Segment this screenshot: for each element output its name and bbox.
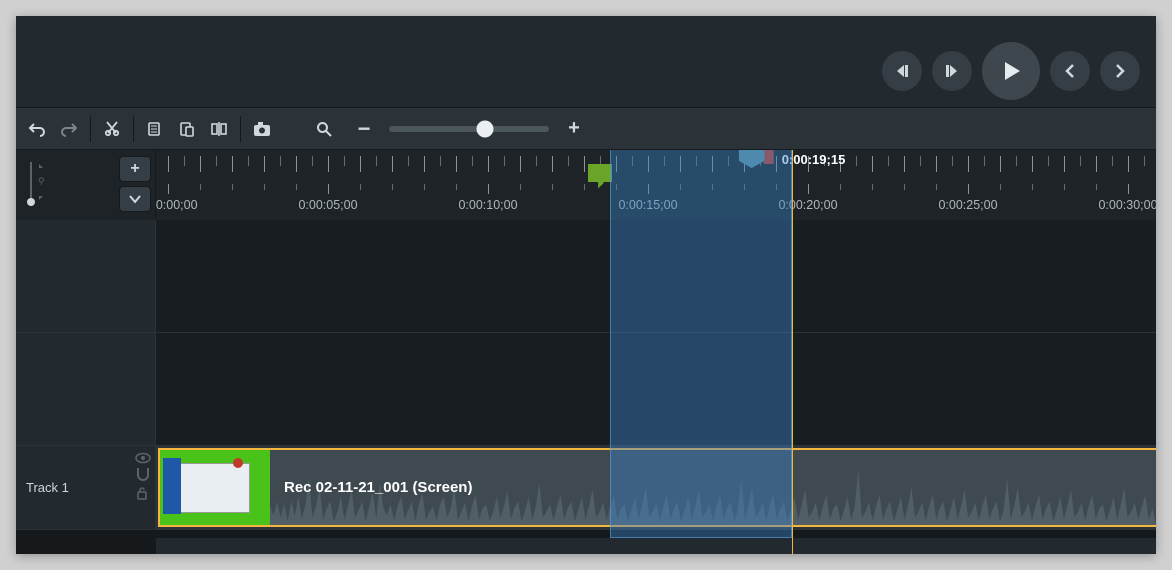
cut-icon — [103, 120, 121, 138]
track-header-empty — [16, 220, 156, 332]
playhead-handle[interactable]: 0:00:19;15 — [739, 150, 846, 168]
ruler-zone: ⚲ + 0:00:00;00 0:00:05;00 0:00:10;00 0:00:1… — [16, 150, 1156, 220]
vertical-slider-icon: ⚲ — [25, 158, 47, 208]
ruler-tick-label: 0:00:30;00 — [1098, 198, 1156, 212]
minus-icon: − — [358, 116, 371, 142]
track-body[interactable]: Rec 02-11-21_001 (Screen) — [156, 446, 1156, 529]
marker-icon[interactable] — [588, 164, 612, 182]
zoom-slider[interactable] — [389, 126, 549, 132]
eye-icon[interactable] — [135, 452, 151, 464]
time-ruler[interactable]: 0:00:00;00 0:00:05;00 0:00:10;00 0:00:15;00… — [156, 150, 1156, 220]
vertical-zoom-scrubber[interactable]: ⚲ — [20, 154, 52, 208]
ruler-tick-label: 0:00:05;00 — [298, 198, 357, 212]
zoom-slider-thumb[interactable] — [477, 120, 494, 137]
empty-track[interactable] — [16, 220, 1156, 333]
empty-track[interactable] — [16, 333, 1156, 446]
track-row[interactable]: Track 1 Rec 02-11- — [16, 446, 1156, 530]
previous-marker-button[interactable] — [1050, 51, 1090, 91]
add-track-button[interactable]: + — [119, 156, 151, 182]
transport-controls — [882, 42, 1140, 100]
chevron-down-icon — [128, 194, 142, 204]
tracks-zone: Track 1 Rec 02-11- — [16, 220, 1156, 554]
magnet-icon[interactable] — [135, 468, 151, 482]
redo-icon — [60, 120, 78, 138]
ruler-tick-label: 0:00:10;00 — [458, 198, 517, 212]
ruler-tick-label: 0:00:00;00 — [156, 198, 198, 212]
horizontal-scrollbar[interactable] — [156, 538, 1156, 554]
chevron-right-icon — [1112, 63, 1128, 79]
playhead-grip-icon — [739, 150, 765, 168]
paste-button[interactable] — [172, 114, 202, 144]
track-name-label: Track 1 — [26, 480, 69, 495]
track-toggle-column — [135, 452, 151, 500]
playhead-time-label: 0:00:19;15 — [782, 152, 846, 167]
clip-label: Rec 02-11-21_001 (Screen) — [270, 479, 472, 496]
zoom-tool-button[interactable] — [309, 114, 339, 144]
snapshot-button[interactable] — [247, 114, 277, 144]
play-icon — [998, 58, 1024, 84]
redo-button[interactable] — [54, 114, 84, 144]
copy-button[interactable] — [140, 114, 170, 144]
copy-icon — [146, 120, 164, 138]
track-body-empty[interactable] — [156, 333, 1156, 445]
split-icon — [210, 120, 228, 138]
camera-icon — [252, 120, 272, 138]
step-back-icon — [893, 62, 911, 80]
track-header-empty — [16, 333, 156, 445]
timeline-toolbar: − + — [16, 108, 1156, 150]
track-menu-button[interactable] — [119, 186, 151, 212]
lock-open-icon[interactable] — [135, 486, 149, 500]
ruler-tick-label: 0:00:25;00 — [938, 198, 997, 212]
track-header[interactable]: Track 1 — [16, 446, 156, 529]
step-forward-button[interactable] — [932, 51, 972, 91]
timeline-editor: − + ⚲ + — [16, 16, 1156, 554]
playhead-record-indicator — [764, 150, 774, 164]
zoom-out-button[interactable]: − — [349, 114, 379, 144]
cut-button[interactable] — [97, 114, 127, 144]
step-forward-icon — [943, 62, 961, 80]
step-back-button[interactable] — [882, 51, 922, 91]
undo-button[interactable] — [22, 114, 52, 144]
split-button[interactable] — [204, 114, 234, 144]
ruler-tick-label: 0:00:20;00 — [778, 198, 837, 212]
play-button[interactable] — [982, 42, 1040, 100]
ruler-tick-label: 0:00:15;00 — [618, 198, 677, 212]
plus-icon: + — [568, 117, 580, 140]
undo-icon — [28, 120, 46, 138]
next-marker-button[interactable] — [1100, 51, 1140, 91]
clip-thumbnail — [160, 450, 270, 525]
svg-text:⚲: ⚲ — [38, 176, 45, 186]
chevron-left-icon — [1062, 63, 1078, 79]
plus-icon: + — [130, 160, 139, 178]
zoom-in-button[interactable]: + — [559, 114, 589, 144]
track-body-empty[interactable] — [156, 220, 1156, 332]
ruler-left-gutter: ⚲ + — [16, 150, 156, 220]
transport-bar — [16, 16, 1156, 108]
magnifier-icon — [316, 121, 332, 137]
media-clip[interactable]: Rec 02-11-21_001 (Screen) — [158, 448, 1156, 527]
zoom-controls: − + — [309, 114, 589, 144]
paste-icon — [178, 120, 196, 138]
